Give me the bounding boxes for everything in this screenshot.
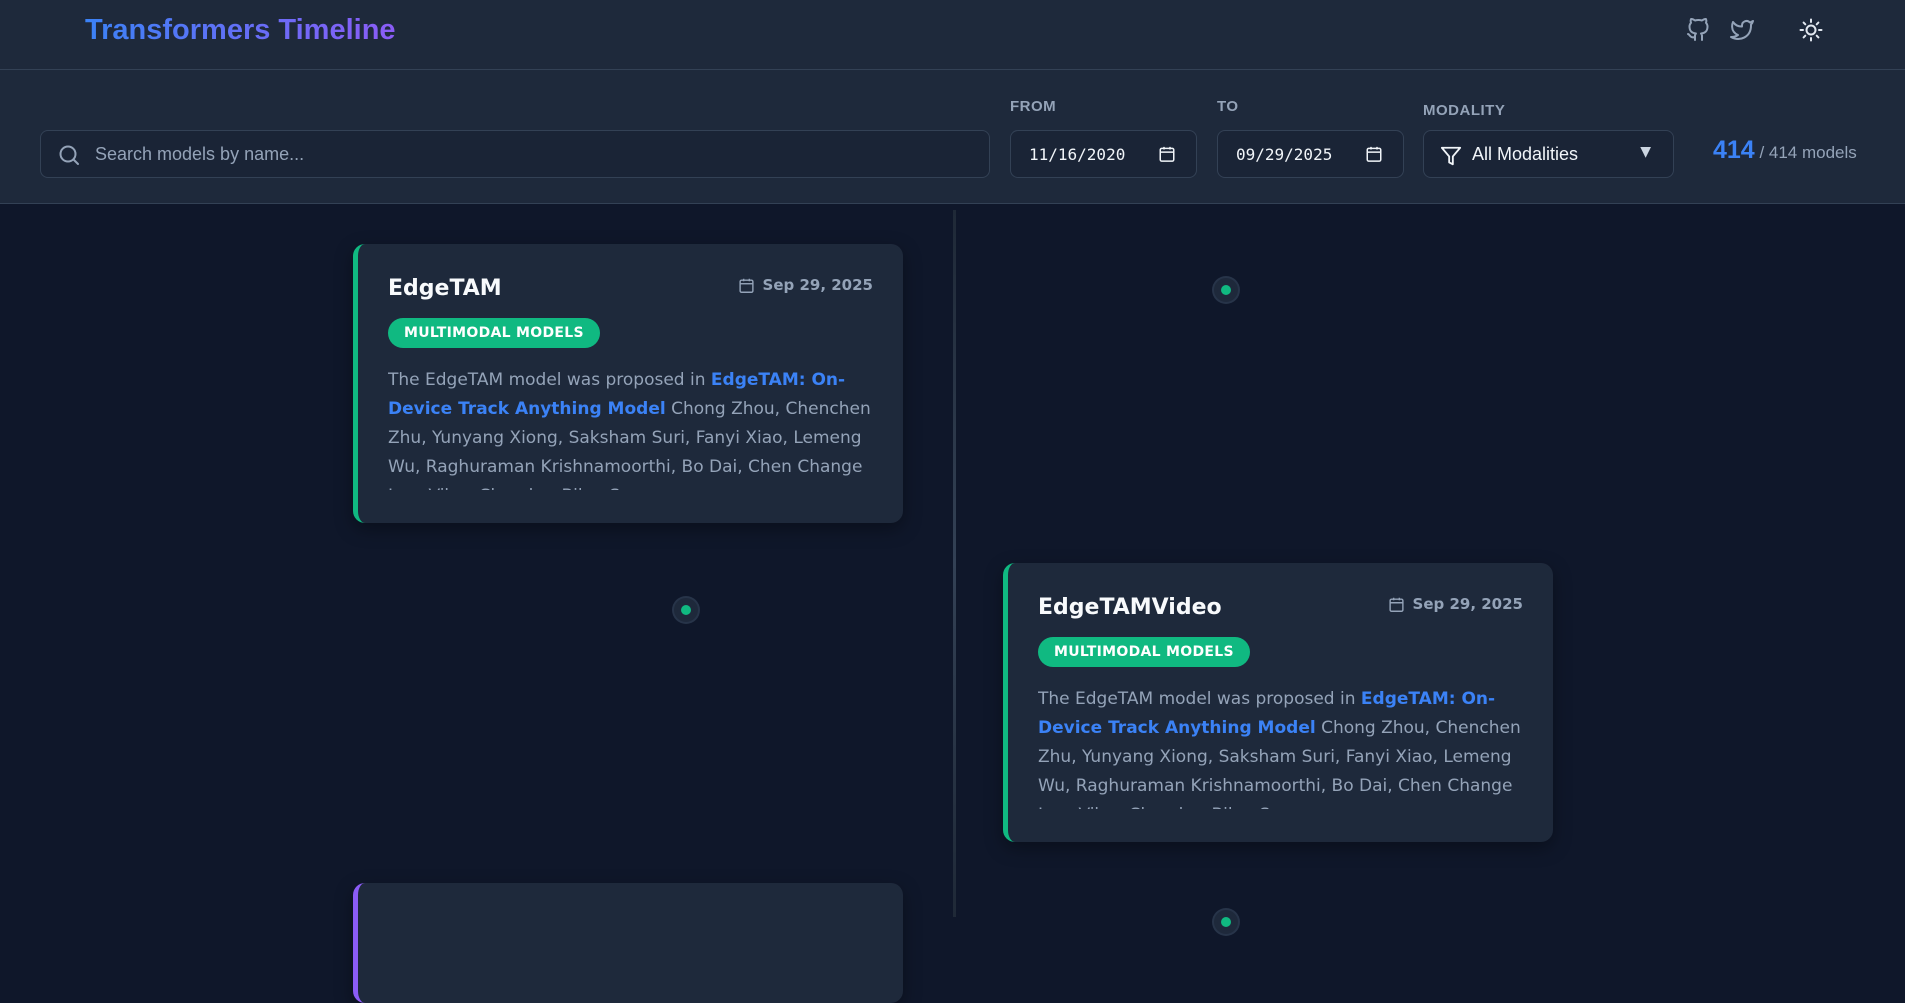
model-date-text: Sep 29, 2025 [1412, 595, 1523, 613]
model-card[interactable]: EdgeTAMVideo Sep 29, 2025 MULTIMODAL MOD… [1003, 563, 1553, 842]
modality-badge: MULTIMODAL MODELS [1038, 637, 1250, 667]
to-date-input[interactable]: 09/29/2025 [1217, 130, 1404, 178]
model-description: The EdgeTAM model was proposed in EdgeTA… [1038, 685, 1533, 809]
model-title[interactable]: EdgeTAMVideo [1038, 595, 1222, 620]
modality-badge: MULTIMODAL MODELS [388, 318, 600, 348]
model-card[interactable]: EdgeTAM Sep 29, 2025 MULTIMODAL MODELS T… [353, 244, 903, 523]
model-count-shown: 414 [1713, 136, 1755, 164]
top-header: Transformers Timeline [0, 0, 1905, 70]
from-date-input[interactable]: 11/16/2020 [1010, 130, 1197, 178]
timeline-dot [1214, 910, 1238, 934]
timeline-axis [953, 210, 956, 917]
timeline-dot [1214, 278, 1238, 302]
calendar-icon[interactable] [1365, 145, 1383, 163]
search-icon [57, 143, 81, 167]
sun-icon[interactable] [1797, 16, 1825, 44]
model-date-text: Sep 29, 2025 [762, 276, 873, 294]
to-label: TO [1217, 98, 1239, 115]
calendar-icon [1388, 597, 1404, 612]
modality-label: MODALITY [1423, 102, 1506, 119]
search-input[interactable] [95, 131, 975, 177]
twitter-icon[interactable] [1728, 16, 1756, 44]
model-description: The EdgeTAM model was proposed in EdgeTA… [388, 366, 883, 490]
filter-icon [1440, 145, 1462, 167]
filter-bar: FROM 11/16/2020 TO 09/29/2025 MODALITY A… [0, 70, 1905, 204]
modality-select[interactable]: All Modalities ▼ [1423, 130, 1674, 178]
description-text: The EdgeTAM model was proposed in [1038, 689, 1361, 709]
model-count-total: / 414 models [1759, 143, 1857, 162]
chevron-down-icon: ▼ [1640, 144, 1651, 160]
model-title[interactable]: EdgeTAM [388, 276, 502, 301]
from-date-value: 11/16/2020 [1029, 144, 1126, 164]
model-date: Sep 29, 2025 [738, 276, 873, 294]
description-text: The EdgeTAM model was proposed in [388, 370, 711, 390]
calendar-icon[interactable] [1158, 145, 1176, 163]
to-date-value: 09/29/2025 [1236, 144, 1333, 164]
model-date: Sep 29, 2025 [1388, 595, 1523, 613]
timeline-dot [674, 598, 698, 622]
github-icon[interactable] [1684, 16, 1712, 44]
from-label: FROM [1010, 98, 1057, 115]
search-box[interactable] [40, 130, 990, 178]
model-card[interactable] [353, 883, 903, 1003]
app-title[interactable]: Transformers Timeline [85, 14, 396, 47]
calendar-icon [738, 278, 754, 293]
model-count: 414 / 414 models [1713, 136, 1857, 165]
modality-value: All Modalities [1472, 144, 1579, 164]
